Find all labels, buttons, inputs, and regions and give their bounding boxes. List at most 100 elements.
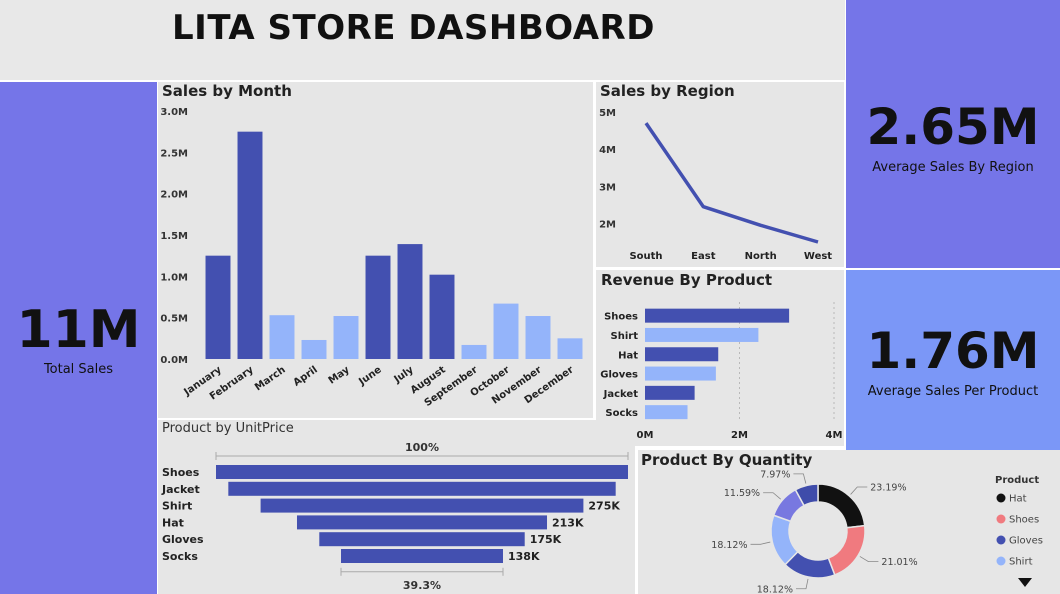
avg-product-card: 1.76M Average Sales Per Product (846, 270, 1060, 450)
donut-leader-line (795, 578, 809, 590)
month-y-tick: 2.0M (160, 190, 188, 201)
month-bar (301, 339, 327, 359)
title-banner: LITA STORE DASHBOARD (0, 0, 845, 80)
month-x-label: April (292, 364, 320, 388)
legend-swatch (996, 514, 1006, 524)
donut-leader-line (793, 473, 807, 484)
sales-by-month-chart: 0.0M0.5M1.0M1.5M2.0M2.5M3.0MJanuaryFebru… (160, 107, 583, 409)
region-line (644, 122, 819, 244)
donut-leader-line (750, 541, 771, 545)
avg-product-label: Average Sales Per Product (867, 384, 1039, 399)
donut-data-label: 18.12% (757, 584, 793, 594)
month-y-tick: 2.5M (160, 148, 188, 159)
donut-data-label: 18.12% (711, 540, 747, 551)
donut-leader-line (850, 486, 868, 495)
total-sales-label: Total Sales (43, 362, 114, 377)
month-bar (205, 255, 231, 359)
dashboard-title: LITA STORE DASHBOARD (172, 8, 655, 48)
funnel-category-label: Shirt (162, 500, 192, 513)
revenue-y-label: Jacket (603, 389, 639, 400)
month-y-tick: 1.5M (160, 231, 188, 242)
region-y-tick: 2M (599, 219, 616, 230)
month-bar (237, 131, 263, 359)
donut-slice (817, 483, 866, 529)
total-sales-value: 11M (16, 300, 141, 360)
month-bar (493, 303, 519, 359)
month-y-tick: 1.0M (160, 272, 188, 283)
month-bar (557, 338, 583, 359)
donut-leader-line (763, 492, 781, 500)
funnel-data-label: 275K (588, 500, 620, 513)
funnel-bar (296, 515, 548, 530)
legend-item-gloves: Gloves (1009, 536, 1043, 547)
donut-data-label: 21.01% (881, 557, 917, 568)
month-bar (269, 315, 295, 359)
sales-by-region-panel: Sales by Region 2M 3M 4M 5M South East North We… (596, 82, 844, 267)
legend-swatch (996, 535, 1006, 545)
legend-item-hat: Hat (1009, 494, 1027, 505)
month-y-tick: 3.0M (160, 107, 188, 118)
month-bar (397, 244, 423, 359)
revenue-x-tick: 0M (637, 430, 654, 441)
month-y-tick: 0.5M (160, 314, 188, 325)
funnel-category-label: Jacket (161, 483, 200, 496)
legend-swatch (996, 493, 1006, 503)
region-y-tick: 4M (599, 145, 616, 156)
revenue-x-tick: 4M (826, 430, 843, 441)
total-sales-card: 11M Total Sales (0, 82, 157, 594)
month-x-label: May (327, 364, 352, 386)
donut-slice (827, 524, 866, 576)
revenue-y-label: Shoes (604, 312, 638, 323)
region-x-label: North (745, 251, 777, 262)
avg-region-card: 2.65M Average Sales By Region (846, 0, 1060, 268)
funnel-bar (228, 481, 616, 496)
legend-item-shirt: Shirt (1009, 557, 1033, 568)
region-y-tick: 3M (599, 182, 616, 193)
month-bar (461, 344, 487, 359)
revenue-bar (645, 405, 688, 420)
month-x-label: June (356, 364, 384, 388)
unitprice-panel: Product by UnitPrice 100% Shoes Jacket Shir… (158, 420, 635, 594)
donut-data-label: 7.97% (760, 469, 790, 480)
region-x-label: West (804, 251, 832, 262)
month-x-label: March (253, 364, 288, 393)
funnel-bar (319, 532, 525, 547)
funnel-bar (260, 498, 584, 513)
revenue-y-label: Shirt (611, 331, 639, 342)
avg-region-value: 2.65M (866, 98, 1040, 156)
revenue-y-label: Socks (605, 408, 638, 419)
funnel-category-label: Hat (162, 516, 184, 529)
revenue-bar (645, 327, 759, 342)
quantity-panel: Product By Quantity 23.19% 21.01% 18.12% 18… (638, 450, 1060, 594)
avg-product-value: 1.76M (866, 322, 1040, 380)
sales-by-region-chart: 2M 3M 4M 5M South East North West (599, 108, 832, 262)
month-bar (429, 274, 455, 359)
sales-by-month-panel: Sales by Month 0.0M 0.5M 1.0M 1.5M 2.0M 2.5M 3… (158, 82, 593, 418)
legend-title: Product (995, 475, 1039, 486)
region-x-label: East (691, 251, 716, 262)
more-options-icon[interactable] (1018, 578, 1032, 587)
quantity-donut-chart: 23.19% 21.01% 18.12% 18.12% 11.59%7.97% Produ… (711, 469, 1043, 594)
avg-region-label: Average Sales By Region (872, 160, 1034, 175)
funnel-category-label: Shoes (162, 466, 200, 479)
month-x-label: July (392, 364, 417, 386)
unitprice-funnel-chart: 100% Shoes Jacket Shirt 275K Hat 213K Gloves 175… (161, 441, 629, 592)
legend-item-shoes: Shoes (1009, 515, 1039, 526)
funnel-bar (216, 465, 628, 479)
donut-data-label: 23.19% (870, 482, 906, 493)
funnel-data-label: 175K (530, 533, 562, 546)
revenue-bar (645, 308, 790, 323)
funnel-category-label: Socks (162, 550, 198, 563)
month-bar (333, 316, 359, 359)
funnel-top-label: 100% (405, 441, 439, 454)
revenue-x-tick: 2M (731, 430, 748, 441)
funnel-data-label: 138K (508, 550, 540, 563)
funnel-data-label: 213K (552, 516, 584, 529)
month-bar (525, 316, 551, 359)
revenue-bar (645, 347, 719, 362)
donut-leader-line (859, 556, 879, 563)
revenue-y-label: Hat (618, 350, 638, 361)
revenue-y-label: Gloves (600, 370, 638, 381)
revenue-bar (645, 385, 695, 400)
month-y-tick: 0.0M (160, 355, 188, 366)
